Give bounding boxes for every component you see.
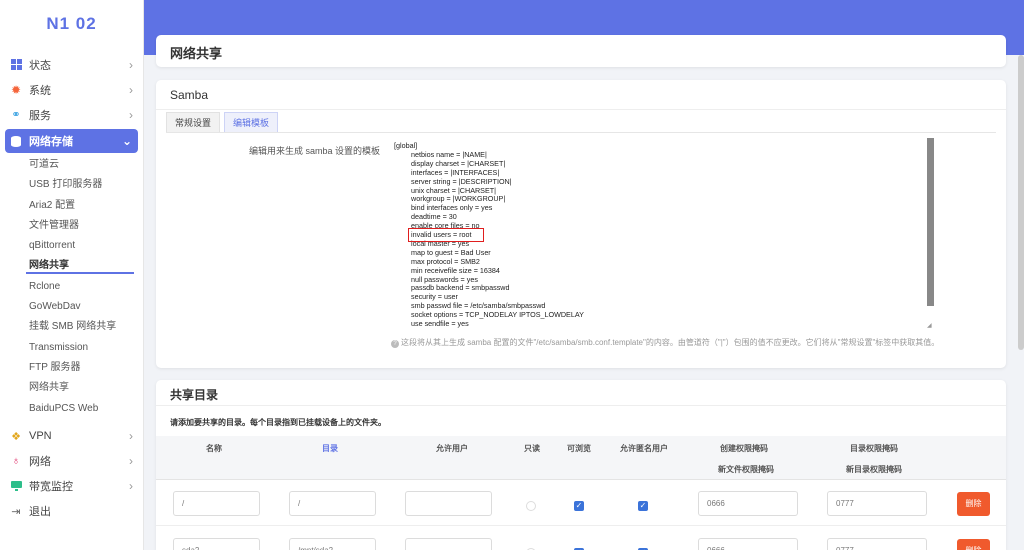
dashboard-icon <box>10 59 22 71</box>
sidebar-item-status[interactable]: 状态 › <box>0 52 143 77</box>
sidebar-sub-item[interactable]: Aria2 配置 <box>0 196 143 216</box>
create-mask-input[interactable]: 0666 <box>698 538 798 550</box>
chevron-right-icon: › <box>129 429 133 444</box>
create-mask-input[interactable]: 0666 <box>698 491 798 516</box>
share-name-input[interactable]: / <box>173 491 260 516</box>
chevron-right-icon: › <box>129 479 133 494</box>
sidebar-item-label: VPN <box>29 430 52 443</box>
samba-tabs: 常规设置 编辑模板 <box>166 112 279 132</box>
textarea-scrollbar[interactable] <box>927 138 934 306</box>
sidebar-sub-item[interactable]: 可道云 <box>0 155 143 175</box>
sidebar-sub-item[interactable]: 文件管理器 <box>0 216 143 236</box>
column-header[interactable]: 目录 <box>322 443 338 454</box>
sidebar-item-network-storage[interactable]: 网络存储 ⌄ <box>5 129 138 153</box>
sidebar-sub-item[interactable]: 挂载 SMB 网络共享 <box>0 317 143 337</box>
template-help-label: 这段将从其上生成 samba 配置的文件"/etc/samba/smb.conf… <box>401 338 940 347</box>
tab-general-settings[interactable]: 常规设置 <box>166 112 221 132</box>
sidebar-item-vpn[interactable]: ❖ VPN › <box>0 424 143 449</box>
column-header: 名称 <box>206 444 222 453</box>
sidebar-item-network[interactable]: ♁ 网络 › <box>0 449 143 474</box>
column-header: 可浏览 <box>567 444 591 453</box>
column-subheader: 新文件权限掩码 <box>718 465 774 474</box>
column-header: 目录权限掩码 <box>850 444 898 453</box>
sidebar-item-bandwidth[interactable]: 带宽监控 › <box>0 474 143 499</box>
template-label: 编辑用来生成 samba 设置的模板 <box>248 146 380 156</box>
section-title: 共享目录 <box>156 380 1006 406</box>
vpn-icon: ❖ <box>11 430 21 443</box>
sidebar-item-label: 服务 <box>29 109 51 122</box>
chevron-right-icon: › <box>129 107 133 122</box>
table-header: 名称 目录 允许用户 只读 可浏览 允许匿名用户 创建权限掩码 目录权限掩码 新… <box>156 436 1006 480</box>
sidebar-nav-lower: ❖ VPN › ♁ 网络 › 带宽监控 › ⇥ 退出 <box>0 419 143 524</box>
sidebar-nav: 状态 › ✹ 系统 › ⚭ 服务 › 网络存储 ⌄ <box>0 48 143 153</box>
logo[interactable]: N1 02 <box>0 0 143 48</box>
section-title: Samba <box>156 80 1006 110</box>
sidebar-item-label: 退出 <box>29 506 51 519</box>
highlight-box <box>408 228 484 242</box>
delete-button[interactable]: 删除 <box>957 492 990 516</box>
allowed-users-input[interactable] <box>405 491 492 516</box>
shared-directories-section: 共享目录 请添加要共享的目录。每个目录指到已挂载设备上的文件夹。 名称 目录 允… <box>156 380 1006 550</box>
sidebar-item-system[interactable]: ✹ 系统 › <box>0 77 143 102</box>
logout-icon: ⇥ <box>11 505 21 518</box>
sidebar-item-label: 网络存储 <box>29 136 73 148</box>
section-description: 请添加要共享的目录。每个目录指到已挂载设备上的文件夹。 <box>170 418 386 427</box>
monitor-icon <box>10 480 22 492</box>
sidebar-item-label: 网络 <box>29 456 51 469</box>
chevron-right-icon: › <box>129 57 133 72</box>
column-subheader: 新目录权限掩码 <box>846 465 902 474</box>
gear-icon: ✹ <box>10 82 22 97</box>
chevron-down-icon: ⌄ <box>121 134 132 148</box>
guest-checkbox[interactable]: ✓ <box>638 501 648 511</box>
storage-submenu: 可道云 USB 打印服务器 Aria2 配置 文件管理器 qBittorrent… <box>0 155 143 419</box>
sidebar-sub-item[interactable]: qBittorrent <box>0 236 143 256</box>
sidebar-sub-item[interactable]: Transmission <box>0 338 143 358</box>
sidebar-sub-item[interactable]: BaiduPCS Web <box>0 399 143 419</box>
sidebar-item-label: 系统 <box>29 84 51 97</box>
sidebar-sub-item-current[interactable]: 网络共享 <box>0 256 143 276</box>
sidebar-item-label: 状态 <box>29 59 51 72</box>
browseable-checkbox[interactable]: ✓ <box>574 501 584 511</box>
sidebar-item-logout[interactable]: ⇥ 退出 <box>0 499 143 524</box>
table-row: / / ✓ ✓ 0666 0777 删除 <box>156 480 1006 526</box>
sidebar-sub-item[interactable]: FTP 服务器 <box>0 358 143 378</box>
column-header: 允许用户 <box>436 444 468 453</box>
chevron-right-icon: › <box>129 454 133 469</box>
readonly-checkbox[interactable] <box>526 501 536 511</box>
sidebar-item-services[interactable]: ⚭ 服务 › <box>0 102 143 127</box>
services-icon: ⚭ <box>11 109 21 121</box>
tab-edit-template[interactable]: 编辑模板 <box>224 112 279 132</box>
delete-button[interactable]: 删除 <box>957 539 990 550</box>
column-header: 创建权限掩码 <box>720 444 768 453</box>
page-scrollbar[interactable] <box>1018 55 1024 350</box>
tab-divider <box>166 132 996 133</box>
column-header: 只读 <box>524 444 540 453</box>
sidebar-sub-item[interactable]: 网络共享 <box>0 378 143 398</box>
dir-mask-input[interactable]: 0777 <box>827 538 927 550</box>
sidebar-sub-item[interactable]: Rclone <box>0 277 143 297</box>
sidebar-item-label: 带宽监控 <box>29 481 73 494</box>
allowed-users-input[interactable] <box>405 538 492 550</box>
dir-mask-input[interactable]: 0777 <box>827 491 927 516</box>
share-name-input[interactable]: sda2 <box>173 538 260 550</box>
resize-handle-icon[interactable]: ◢ <box>927 322 932 329</box>
sidebar-sub-item[interactable]: GoWebDav <box>0 297 143 317</box>
chevron-right-icon: › <box>129 82 133 97</box>
table-row: sda2 /mnt/sda2 ✓ ✓ 0666 0777 删除 <box>156 527 1006 550</box>
active-underline <box>26 272 134 274</box>
sidebar-sub-item[interactable]: USB 打印服务器 <box>0 175 143 195</box>
template-help-text: ? 这段将从其上生成 samba 配置的文件"/etc/samba/smb.con… <box>391 337 939 348</box>
network-icon: ♁ <box>11 455 21 468</box>
template-line: use sendfile = yes <box>411 319 469 328</box>
page-title: 网络共享 <box>156 35 1006 67</box>
info-icon: ? <box>391 340 399 348</box>
sidebar: N1 02 状态 › ✹ 系统 › ⚭ 服务 › 网络存储 ⌄ 可道云 USB … <box>0 0 144 550</box>
share-path-input[interactable]: /mnt/sda2 <box>289 538 376 550</box>
share-path-input[interactable]: / <box>289 491 376 516</box>
storage-icon <box>10 135 22 147</box>
column-header: 允许匿名用户 <box>620 444 668 453</box>
samba-section: Samba 常规设置 编辑模板 编辑用来生成 samba 设置的模板 [glob… <box>156 80 1006 368</box>
